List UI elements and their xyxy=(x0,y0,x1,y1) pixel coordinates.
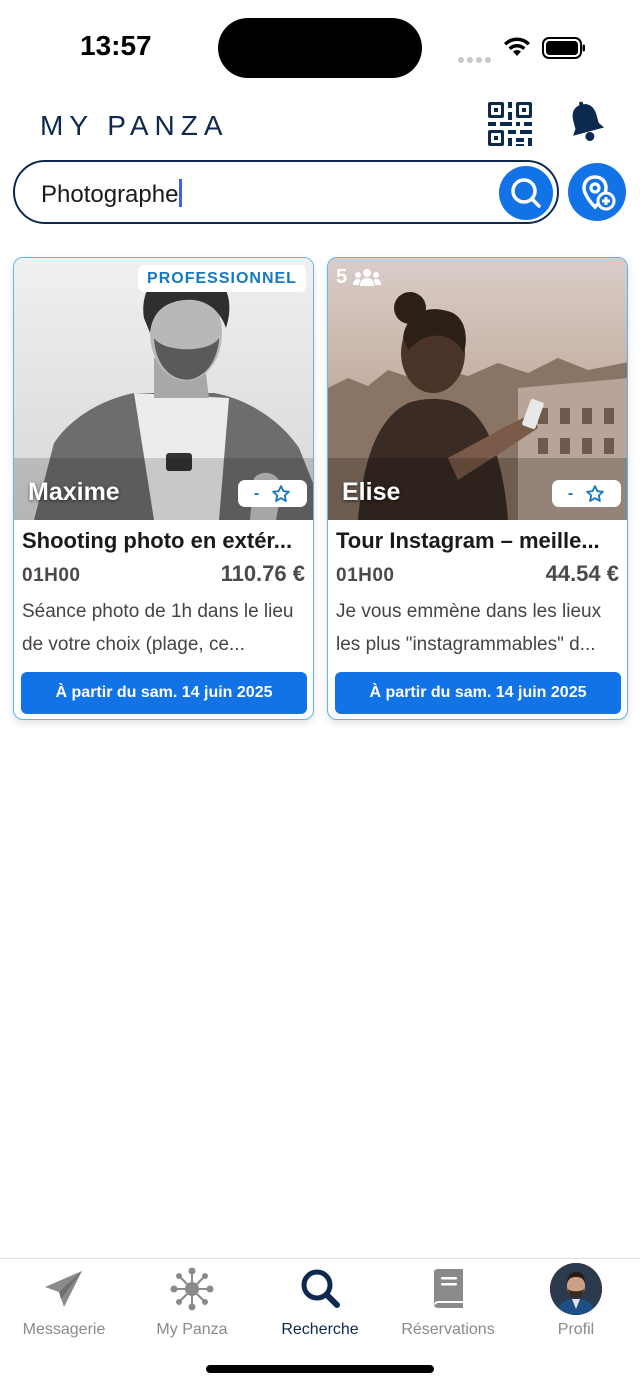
location-add-icon xyxy=(582,175,616,211)
group-size-badge: 5 xyxy=(336,266,382,289)
network-icon xyxy=(170,1267,214,1311)
search-input-value: Photographe xyxy=(41,181,179,208)
dynamic-island xyxy=(218,18,422,78)
tab-reservations[interactable]: Réservations xyxy=(384,1259,512,1349)
text-caret xyxy=(179,179,183,207)
status-bar: 13:57 xyxy=(0,0,640,90)
wifi-icon xyxy=(504,37,530,56)
avatar xyxy=(550,1263,602,1315)
search-field[interactable]: Photographe xyxy=(13,160,559,224)
status-time: 13:57 xyxy=(80,30,152,61)
activity-card[interactable]: PROFESSIONNEL Maxime - Shooting photo en… xyxy=(13,257,314,720)
book-icon xyxy=(434,1269,463,1308)
tab-label: My Panza xyxy=(156,1321,228,1338)
home-indicator xyxy=(206,1365,434,1373)
search-button[interactable] xyxy=(499,166,553,220)
search-icon xyxy=(511,178,541,208)
rating-value: - xyxy=(567,484,574,502)
group-count: 5 xyxy=(336,266,348,288)
search-input[interactable]: Photographe xyxy=(41,179,183,209)
activity-title: Tour Instagram – meille... xyxy=(336,528,600,553)
activity-duration: 01H00 xyxy=(336,565,395,586)
host-name: Elise xyxy=(342,478,401,506)
activity-price: 110.76 € xyxy=(220,561,305,586)
tab-label: Réservations xyxy=(401,1321,495,1338)
location-filter-button[interactable] xyxy=(568,163,626,221)
page: 13:57 MY PANZA Photographe PROFESSIONNEL… xyxy=(0,0,640,1387)
signal-icon xyxy=(458,50,494,68)
users-icon xyxy=(353,268,382,286)
availability-button[interactable]: À partir du sam. 14 juin 2025 xyxy=(335,672,621,714)
activity-card[interactable]: 5 Elise - Tour Instagram – meille... 01H… xyxy=(327,257,628,720)
activity-photo: PROFESSIONNEL Maxime - xyxy=(14,258,313,520)
availability-button[interactable]: À partir du sam. 14 juin 2025 xyxy=(21,672,307,714)
tab-messagerie[interactable]: Messagerie xyxy=(0,1259,128,1349)
professional-badge: PROFESSIONNEL xyxy=(138,265,306,292)
tab-my-panza[interactable]: My Panza xyxy=(128,1259,256,1349)
qr-code-icon[interactable] xyxy=(486,100,534,148)
paper-plane-icon xyxy=(45,1271,82,1307)
activity-description: Je vous emmène dans les lieux les plus "… xyxy=(336,601,602,655)
star-icon xyxy=(586,484,604,502)
star-icon xyxy=(272,484,290,502)
rating-value: - xyxy=(253,484,260,502)
activity-photo: 5 Elise - xyxy=(328,258,627,520)
activity-duration: 01H00 xyxy=(22,565,81,586)
tab-label: Profil xyxy=(557,1321,595,1338)
activity-description: Séance photo de 1h dans le lieu de votre… xyxy=(22,601,294,655)
host-name: Maxime xyxy=(28,478,120,506)
activity-price: 44.54 € xyxy=(545,561,619,586)
activity-title: Shooting photo en extér... xyxy=(22,528,293,553)
tab-recherche[interactable]: Recherche xyxy=(256,1259,384,1349)
rating-pill[interactable]: - xyxy=(552,480,621,507)
tab-label: Recherche xyxy=(281,1321,359,1338)
bell-icon[interactable] xyxy=(566,100,606,144)
brand-logo: MY PANZA xyxy=(40,110,229,141)
tab-profil[interactable]: Profil xyxy=(512,1259,640,1349)
tab-label: Messagerie xyxy=(22,1321,106,1338)
battery-icon xyxy=(542,37,585,59)
rating-pill[interactable]: - xyxy=(238,480,307,507)
search-icon xyxy=(301,1269,340,1308)
